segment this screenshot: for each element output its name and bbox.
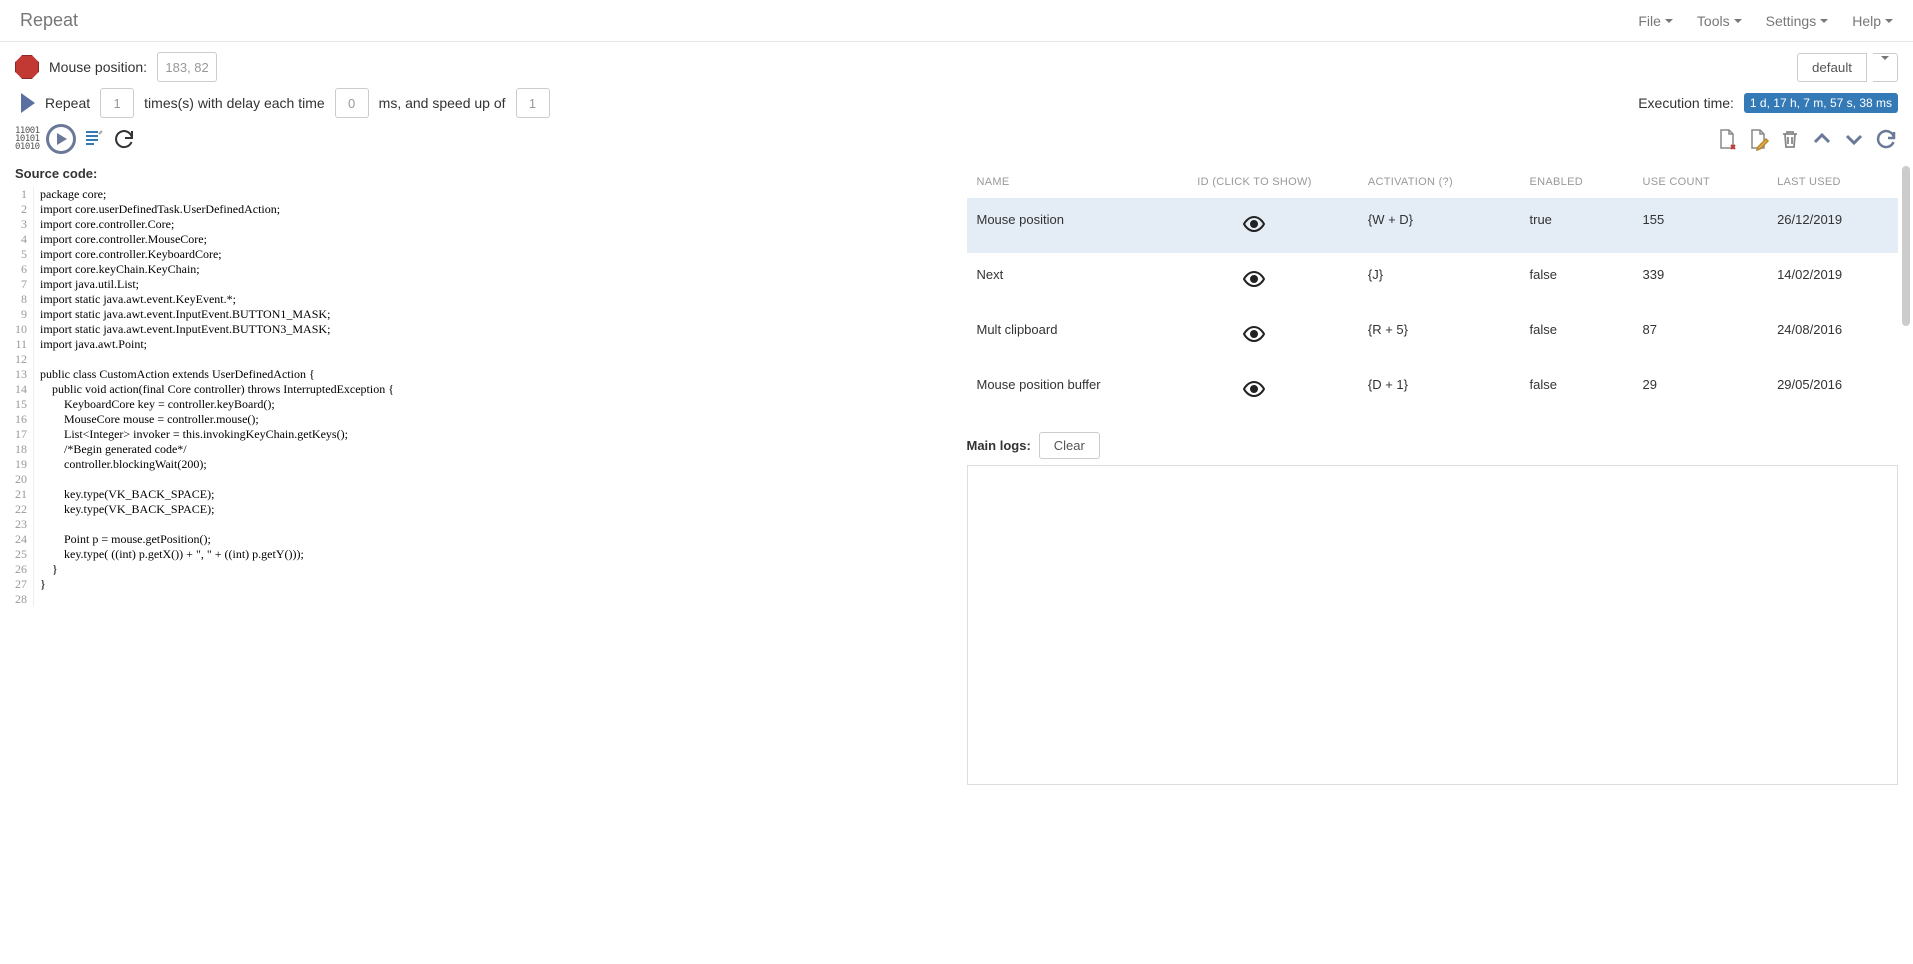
app-title: Repeat	[20, 10, 78, 31]
menu-help[interactable]: Help	[1852, 13, 1893, 29]
table-row[interactable]: Mouse position buffer {D + 1}false2929/05…	[967, 363, 1899, 418]
task-activation: {J}	[1358, 253, 1520, 308]
task-use-count: 339	[1633, 253, 1768, 308]
col-use-count: USE COUNT	[1633, 166, 1768, 198]
edit-file-icon[interactable]	[1746, 127, 1770, 151]
task-enabled: true	[1520, 198, 1633, 253]
exec-time-label: Execution time:	[1638, 95, 1734, 111]
clear-logs-button[interactable]: Clear	[1039, 432, 1100, 459]
col-name: NAME	[967, 166, 1152, 198]
repeat-label: Repeat	[45, 95, 90, 111]
task-name: Mult clipboard	[967, 308, 1152, 363]
table-row[interactable]: Mult clipboard {R + 5}false8724/08/2016	[967, 308, 1899, 363]
eye-icon[interactable]	[1242, 377, 1266, 401]
logs-area[interactable]	[967, 465, 1899, 785]
task-name: Next	[967, 253, 1152, 308]
new-file-icon[interactable]	[1714, 127, 1738, 151]
mouse-position-input[interactable]	[157, 52, 217, 82]
task-id-cell[interactable]	[1151, 253, 1358, 308]
compile-icon[interactable]: 110011010101010	[15, 127, 40, 151]
speedup-input[interactable]	[516, 88, 550, 118]
task-id-cell[interactable]	[1151, 363, 1358, 418]
menu-tools[interactable]: Tools	[1697, 13, 1742, 29]
task-activation: {D + 1}	[1358, 363, 1520, 418]
task-last-used: 14/02/2019	[1767, 253, 1898, 308]
run-icon[interactable]	[46, 124, 76, 154]
header-bar: Repeat File Tools Settings Help	[0, 0, 1913, 42]
right-pane: NAME ID (CLICK TO SHOW) ACTIVATION (?) E…	[967, 166, 1899, 785]
task-activation: {W + D}	[1358, 198, 1520, 253]
menu-bar: File Tools Settings Help	[1638, 13, 1893, 29]
left-pane: Source code: 123456789101112131415161718…	[15, 166, 947, 785]
task-last-used: 29/05/2016	[1767, 363, 1898, 418]
reload-icon[interactable]	[112, 127, 136, 151]
col-activation: ACTIVATION (?)	[1358, 166, 1520, 198]
eye-icon[interactable]	[1242, 322, 1266, 346]
code-lines[interactable]: package core;import core.userDefinedTask…	[34, 187, 394, 607]
ms-label: ms, and speed up of	[379, 95, 506, 111]
refresh-icon[interactable]	[1874, 127, 1898, 151]
edit-source-icon[interactable]	[82, 127, 106, 151]
table-row[interactable]: Next {J}false33914/02/2019	[967, 253, 1899, 308]
task-name: Mouse position	[967, 198, 1152, 253]
task-id-cell[interactable]	[1151, 308, 1358, 363]
caret-down-icon	[1885, 19, 1893, 23]
mouse-position-label: Mouse position:	[49, 59, 147, 75]
scrollbar-thumb[interactable]	[1902, 166, 1910, 326]
col-id: ID (CLICK TO SHOW)	[1151, 166, 1358, 198]
main-split: Source code: 123456789101112131415161718…	[0, 166, 1913, 785]
move-up-icon[interactable]	[1810, 127, 1834, 151]
task-last-used: 26/12/2019	[1767, 198, 1898, 253]
source-code-label: Source code:	[15, 166, 947, 181]
caret-down-icon	[1881, 56, 1889, 75]
table-row[interactable]: Mouse position {W + D}true15526/12/2019	[967, 198, 1899, 253]
task-use-count: 155	[1633, 198, 1768, 253]
toolbar-area: Mouse position: default Repeat times(s) …	[0, 42, 1913, 166]
record-stop-icon[interactable]	[15, 55, 39, 79]
task-id-cell[interactable]	[1151, 198, 1358, 253]
caret-down-icon	[1734, 19, 1742, 23]
col-last-used: LAST USED	[1767, 166, 1898, 198]
move-down-icon[interactable]	[1842, 127, 1866, 151]
code-editor[interactable]: 1234567891011121314151617181920212223242…	[15, 187, 947, 607]
task-enabled: false	[1520, 253, 1633, 308]
times-label: times(s) with delay each time	[144, 95, 325, 111]
repeat-times-input[interactable]	[100, 88, 134, 118]
tasks-table: NAME ID (CLICK TO SHOW) ACTIVATION (?) E…	[967, 166, 1899, 418]
delay-input[interactable]	[335, 88, 369, 118]
play-icon[interactable]	[21, 93, 35, 113]
menu-file[interactable]: File	[1638, 13, 1673, 29]
main-logs-label: Main logs:	[967, 438, 1031, 453]
menu-settings[interactable]: Settings	[1766, 13, 1829, 29]
trash-icon[interactable]	[1778, 127, 1802, 151]
task-enabled: false	[1520, 363, 1633, 418]
col-enabled: ENABLED	[1520, 166, 1633, 198]
caret-down-icon	[1820, 19, 1828, 23]
task-activation: {R + 5}	[1358, 308, 1520, 363]
caret-down-icon	[1665, 19, 1673, 23]
default-button[interactable]: default	[1797, 53, 1867, 82]
eye-icon[interactable]	[1242, 212, 1266, 236]
eye-icon[interactable]	[1242, 267, 1266, 291]
task-use-count: 87	[1633, 308, 1768, 363]
exec-time-badge: 1 d, 17 h, 7 m, 57 s, 38 ms	[1744, 93, 1898, 113]
task-use-count: 29	[1633, 363, 1768, 418]
task-enabled: false	[1520, 308, 1633, 363]
task-last-used: 24/08/2016	[1767, 308, 1898, 363]
code-gutter: 1234567891011121314151617181920212223242…	[15, 187, 34, 607]
task-name: Mouse position buffer	[967, 363, 1152, 418]
default-dropdown[interactable]	[1873, 53, 1898, 82]
